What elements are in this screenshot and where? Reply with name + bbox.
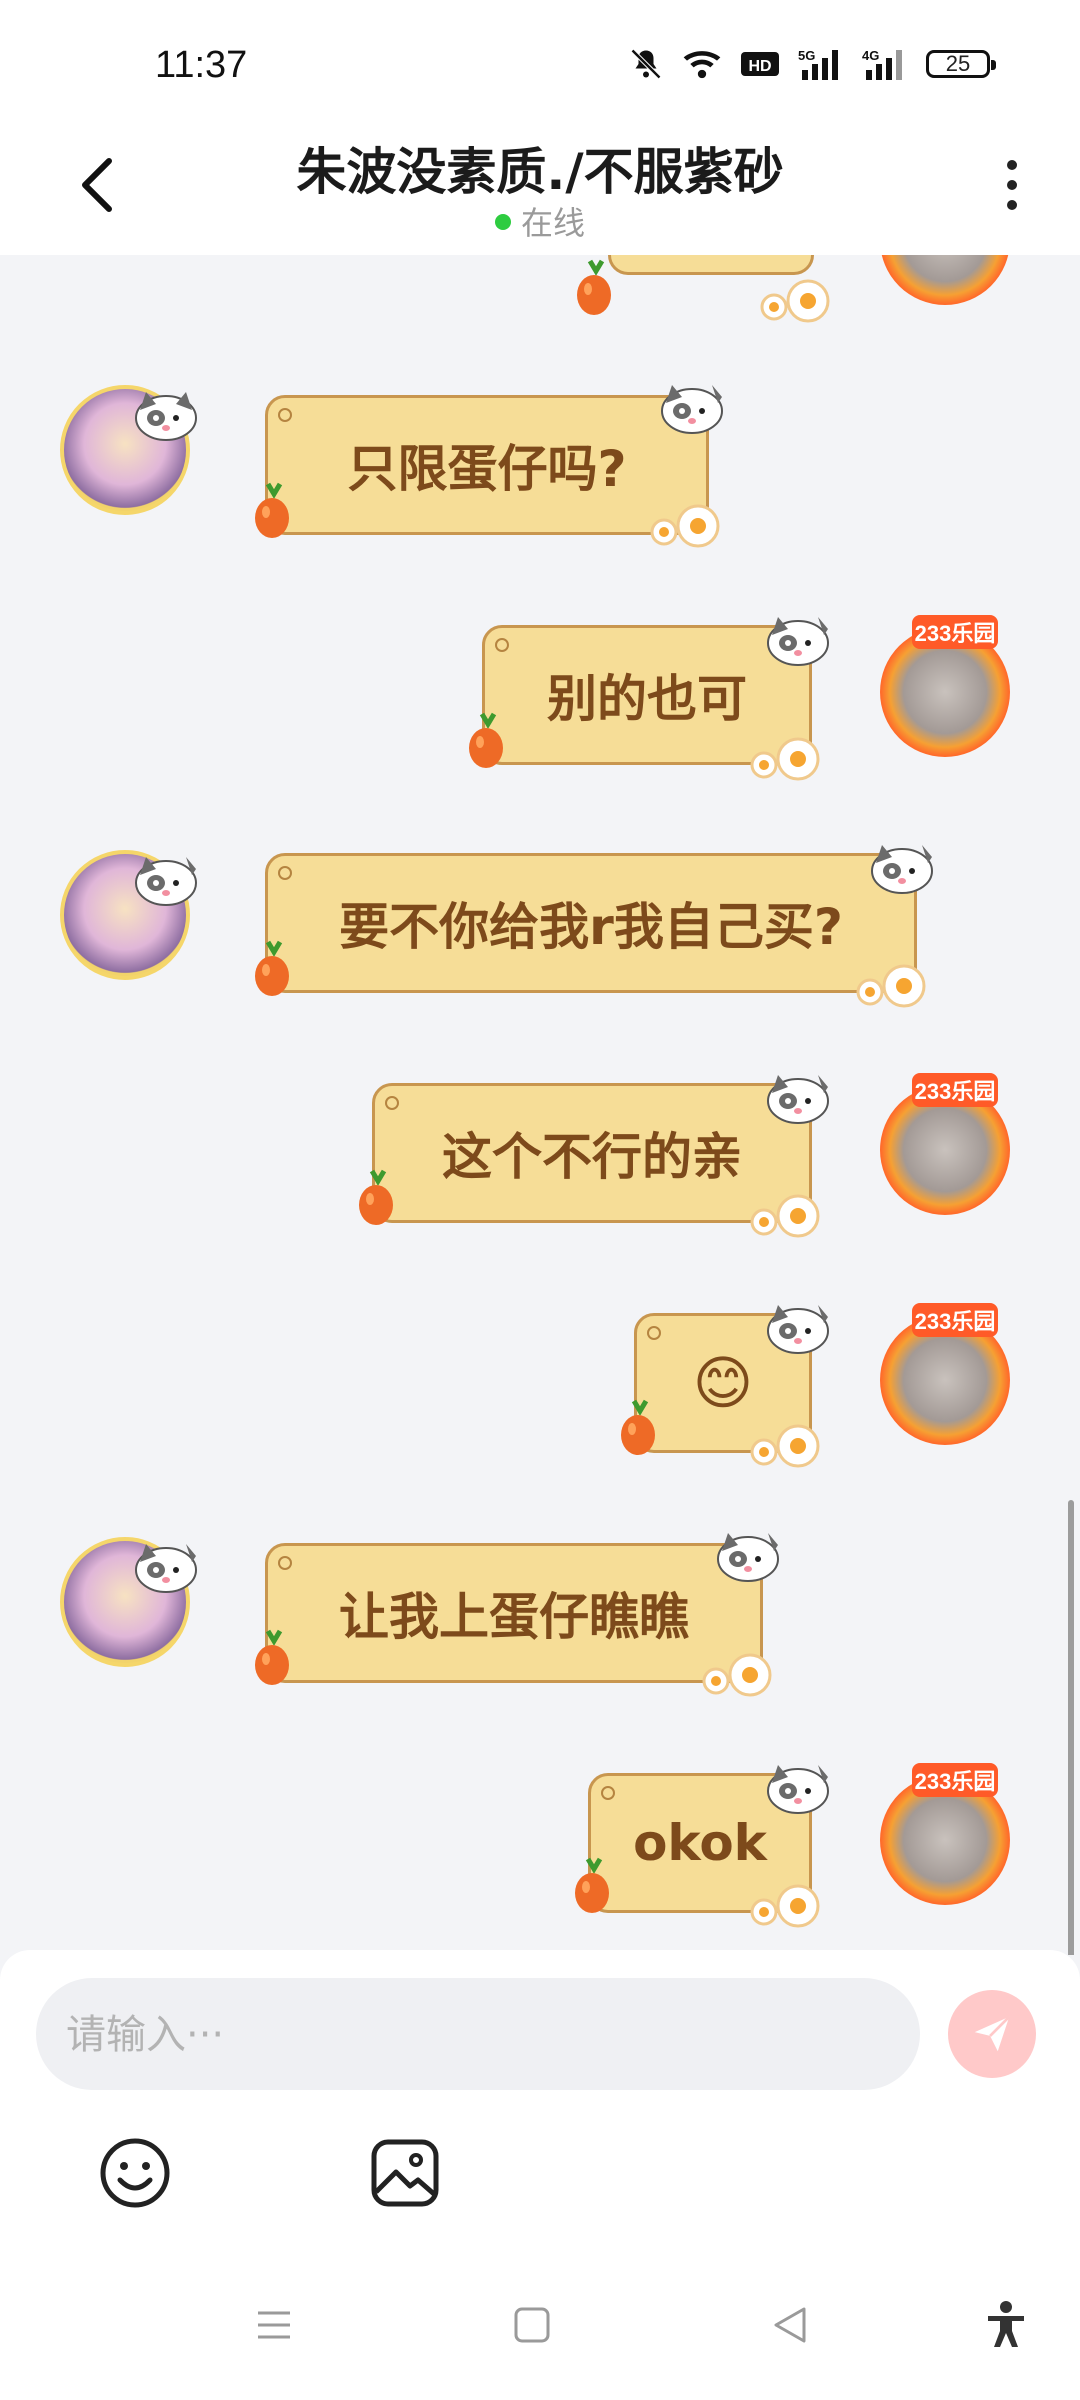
egg-icon	[750, 1424, 820, 1468]
cat-sticker-icon	[767, 1305, 829, 1354]
more-vertical-icon	[1007, 160, 1017, 170]
egg-icon	[750, 1884, 820, 1928]
egg-icon	[750, 737, 820, 781]
menu-icon	[258, 2311, 290, 2339]
egg-icon	[750, 1194, 820, 1238]
status-icons: HD 5G 4G 25	[628, 46, 996, 82]
status-bar: 11:37 HD 5G 4G 25	[0, 0, 1080, 130]
page-title: 朱波没素质./不服紫砂	[296, 143, 784, 201]
hd-label: HD	[748, 58, 771, 75]
wifi-icon	[683, 51, 721, 79]
message-input[interactable]	[64, 1978, 888, 2092]
chat-header: 朱波没素质./不服紫砂 在线	[0, 120, 1080, 255]
message-bubble[interactable]: 让我上蛋仔瞧瞧	[265, 1543, 763, 1683]
message-input-container[interactable]	[36, 1978, 920, 2092]
signal-4g-icon: 4G	[862, 48, 902, 80]
carrot-icon	[575, 1857, 609, 1913]
accessibility-button[interactable]	[976, 2295, 1036, 2355]
online-status: 在线	[0, 198, 1080, 244]
message-text: okok	[633, 1814, 767, 1872]
square-icon	[514, 2307, 550, 2343]
message-text: 让我上蛋仔瞧瞧	[339, 1588, 689, 1646]
pin-icon	[278, 866, 292, 880]
carrot-icon	[255, 940, 289, 996]
nav-back-button[interactable]	[760, 2295, 820, 2355]
pin-icon	[495, 638, 509, 652]
carrot-icon	[255, 1629, 289, 1685]
nav-menu-button[interactable]	[244, 2295, 304, 2355]
online-status-label: 在线	[520, 204, 585, 242]
message-bubble[interactable]: 要不你给我r我自己买?	[265, 853, 917, 993]
send-icon	[974, 2015, 1011, 2052]
pin-icon	[278, 408, 292, 422]
system-nav-bar	[0, 2250, 1080, 2400]
cat-sticker-icon	[661, 385, 723, 434]
avatar-badge: 233乐园	[912, 615, 998, 649]
egg-icon	[856, 964, 926, 1008]
pin-icon	[385, 1096, 399, 1110]
carrot-icon	[469, 712, 503, 768]
message-bubble[interactable]: 只限蛋仔吗?	[265, 395, 709, 535]
message-text: 😊	[692, 1349, 754, 1417]
avatar-badge: 233乐园	[912, 1763, 998, 1797]
carrot-icon	[577, 259, 611, 315]
cat-sticker-icon	[871, 845, 933, 894]
chat-message-list[interactable]: … 只限蛋仔吗? 别的也可 233乐园 要不你给我r我自己买? 这个不行的亲 2…	[0, 255, 1080, 1955]
cat-sticker-icon	[135, 392, 197, 441]
signal-5g-icon: 5G	[798, 48, 838, 80]
4g-label: 4G	[862, 48, 879, 63]
egg-icon	[760, 279, 830, 323]
scrollbar[interactable]	[1068, 1500, 1074, 1955]
accessibility-icon	[988, 2301, 1024, 2347]
cat-sticker-icon	[135, 857, 197, 906]
triangle-back-icon	[774, 2307, 806, 2343]
image-icon[interactable]	[368, 2136, 442, 2210]
avatar-badge: 233乐园	[912, 1073, 998, 1107]
pin-icon	[278, 1556, 292, 1570]
battery-icon: 25	[926, 50, 996, 78]
cat-sticker-icon	[767, 1075, 829, 1124]
input-panel	[0, 1950, 1080, 2250]
battery-level: 25	[945, 51, 971, 76]
smile-icon[interactable]	[98, 2136, 172, 2210]
message-text: 只限蛋仔吗?	[347, 440, 627, 498]
pin-icon	[601, 1786, 615, 1800]
pin-icon	[647, 1326, 661, 1340]
message-text: 别的也可	[547, 670, 747, 728]
nav-home-button[interactable]	[502, 2295, 562, 2355]
message-bubble[interactable]: 这个不行的亲	[372, 1083, 812, 1223]
egg-icon	[702, 1653, 772, 1697]
cat-sticker-icon	[135, 1544, 197, 1593]
mute-bell-icon	[630, 48, 662, 80]
5g-label: 5G	[798, 48, 815, 63]
cat-sticker-icon	[717, 1533, 779, 1582]
carrot-icon	[359, 1169, 393, 1225]
cat-sticker-icon	[767, 617, 829, 666]
online-dot-icon	[494, 214, 511, 230]
message-text: 要不你给我r我自己买?	[339, 898, 843, 956]
carrot-icon	[255, 482, 289, 538]
hd-icon: HD	[741, 52, 779, 76]
status-time: 11:37	[155, 44, 248, 86]
message-bubble[interactable]: …	[608, 255, 814, 275]
avatar-self[interactable]	[880, 255, 1010, 305]
egg-icon	[650, 504, 720, 548]
more-options-button[interactable]	[992, 150, 1032, 220]
send-button[interactable]	[948, 1990, 1036, 2078]
carrot-icon	[621, 1399, 655, 1455]
cat-sticker-icon	[767, 1765, 829, 1814]
avatar-badge: 233乐园	[912, 1303, 998, 1337]
message-text: 这个不行的亲	[442, 1128, 742, 1186]
